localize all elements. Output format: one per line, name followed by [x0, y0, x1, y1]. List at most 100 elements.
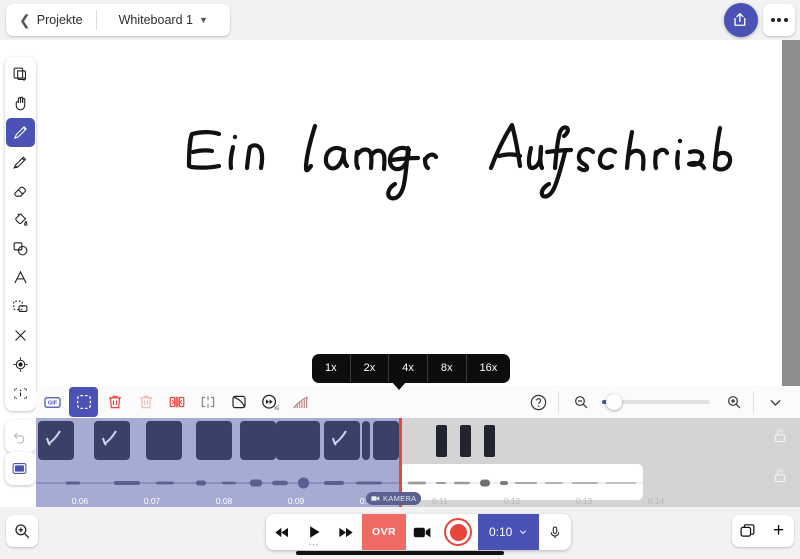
stroke-preview-icon [102, 430, 117, 446]
cut-button[interactable] [193, 387, 222, 417]
dashed-marquee-icon [76, 394, 91, 410]
eraser-tool[interactable] [6, 176, 35, 205]
fill-tool[interactable] [6, 205, 35, 234]
bottom-bar: ... OVR 0:10 + [0, 507, 800, 559]
slider-knob[interactable] [606, 394, 622, 410]
microphone-icon [551, 525, 560, 538]
fast-forward-icon [339, 527, 353, 537]
undo-button[interactable] [5, 422, 34, 451]
frame-button[interactable] [5, 454, 34, 483]
popup-pointer-arrow [392, 382, 406, 390]
unlocked-padlock-icon[interactable] [772, 466, 788, 485]
recording-time-button[interactable]: 0:10 [478, 514, 540, 550]
timeline-thumbnail[interactable] [196, 421, 232, 460]
divider [753, 391, 754, 413]
laser-tool[interactable] [6, 350, 35, 379]
speed-option-2x[interactable]: 2x [351, 354, 390, 383]
undo-group [5, 420, 36, 453]
shape-tool[interactable] [6, 234, 35, 263]
add-page-button[interactable]: + [763, 515, 794, 547]
delete-button[interactable] [100, 387, 129, 417]
record-button[interactable] [438, 514, 478, 550]
rewind-button[interactable] [266, 514, 298, 550]
timeline-clip-bar[interactable] [436, 425, 447, 457]
timeline-tracks[interactable]: KAMERA 0:06 0:07 0:08 0:09 0:10 0:11 0:1… [36, 418, 800, 507]
hand-tool[interactable] [6, 89, 35, 118]
stroke-preview-icon [46, 430, 61, 446]
speed-option-4x[interactable]: 4x [389, 354, 428, 383]
pages-stack-icon [739, 524, 754, 537]
text-tool[interactable] [6, 263, 35, 292]
audio-levels-button[interactable] [286, 387, 315, 417]
microphone-button[interactable] [539, 514, 571, 550]
pen-tool[interactable] [6, 118, 35, 147]
share-button[interactable] [724, 3, 758, 37]
svg-text:GIF: GIF [48, 400, 58, 406]
timeline-thumbnail[interactable] [362, 421, 370, 460]
fast-forward-button[interactable] [330, 514, 362, 550]
project-title-button[interactable]: Whiteboard 1 ▼ [97, 4, 230, 36]
ruler-tick: 0:13 [575, 496, 593, 506]
home-indicator [296, 551, 504, 555]
left-tool-palette [5, 57, 36, 411]
recording-time-label: 0:10 [489, 525, 513, 539]
add-page-tool[interactable] [6, 60, 35, 89]
zoom-in-magnifier-icon [15, 524, 30, 539]
more-dots-icon [783, 18, 788, 22]
select-tool[interactable] [6, 292, 35, 321]
page-title: Whiteboard 1 [118, 13, 193, 27]
split-button[interactable] [162, 387, 191, 417]
chevron-down-icon [770, 399, 781, 406]
app-root: ❮ Projekte Whiteboard 1 ▼ 1x 2x 4x 8x 16… [0, 0, 800, 559]
ruler-tick: 0:08 [215, 496, 233, 506]
camera-track-chip[interactable]: KAMERA [366, 492, 422, 505]
svg-text:x2: x2 [274, 405, 279, 411]
fade-button[interactable] [224, 387, 253, 417]
timeline-thumbnail[interactable] [146, 421, 182, 460]
title-bar-group: ❮ Projekte Whiteboard 1 ▼ [6, 4, 230, 36]
timeline-clip-bar[interactable] [484, 425, 495, 457]
unlocked-padlock-icon[interactable] [772, 426, 788, 445]
timeline-thumbnail[interactable] [324, 421, 360, 460]
timeline-clip-bar[interactable] [460, 425, 471, 457]
marquee-select-icon [13, 300, 28, 312]
timeline-thumbnail[interactable] [38, 421, 74, 460]
transport-controls: ... OVR 0:10 [266, 514, 572, 550]
canvas-zoom-button[interactable] [6, 515, 38, 547]
inspect-tool[interactable] [6, 379, 35, 408]
timeline-zoom-slider[interactable] [602, 394, 710, 410]
timeline-thumbnail[interactable] [298, 421, 320, 460]
timeline-thumbnail[interactable] [240, 421, 276, 460]
fade-icon [231, 395, 246, 409]
ruler-tick: 0:12 [503, 496, 521, 506]
zoom-in-button[interactable] [719, 387, 748, 417]
camera-button[interactable] [406, 514, 438, 550]
marker-tool[interactable] [6, 147, 35, 176]
speed-option-8x[interactable]: 8x [428, 354, 467, 383]
play-options-dots[interactable]: ... [309, 537, 320, 547]
help-button[interactable] [524, 387, 553, 417]
speed-option-1x[interactable]: 1x [312, 354, 351, 383]
chevron-down-icon: ▼ [198, 15, 208, 25]
levels-bars-icon [293, 396, 308, 408]
zoom-out-button[interactable] [566, 387, 595, 417]
range-select-button[interactable] [69, 387, 98, 417]
text-a-icon [14, 270, 27, 284]
more-options-button[interactable] [763, 4, 795, 36]
delete-all-button[interactable] [131, 387, 160, 417]
play-button[interactable]: ... [298, 514, 330, 550]
collapse-timeline-button[interactable] [761, 387, 790, 417]
clear-tool[interactable] [6, 321, 35, 350]
shapes-icon [13, 242, 28, 256]
top-bar: ❮ Projekte Whiteboard 1 ▼ [0, 0, 800, 40]
pages-button[interactable] [732, 515, 763, 547]
ruler-tick: 0:11 [432, 496, 448, 506]
timeline-thumbnail[interactable] [94, 421, 130, 460]
back-to-projects-button[interactable]: ❮ Projekte [6, 4, 96, 36]
video-track[interactable] [36, 421, 800, 460]
overwrite-mode-button[interactable]: OVR [362, 514, 406, 550]
timeline-thumbnail[interactable] [373, 421, 399, 460]
gif-export-button[interactable]: GIF [38, 387, 67, 417]
speed-button[interactable]: x2 [255, 387, 284, 417]
speed-option-16x[interactable]: 16x [467, 354, 511, 383]
